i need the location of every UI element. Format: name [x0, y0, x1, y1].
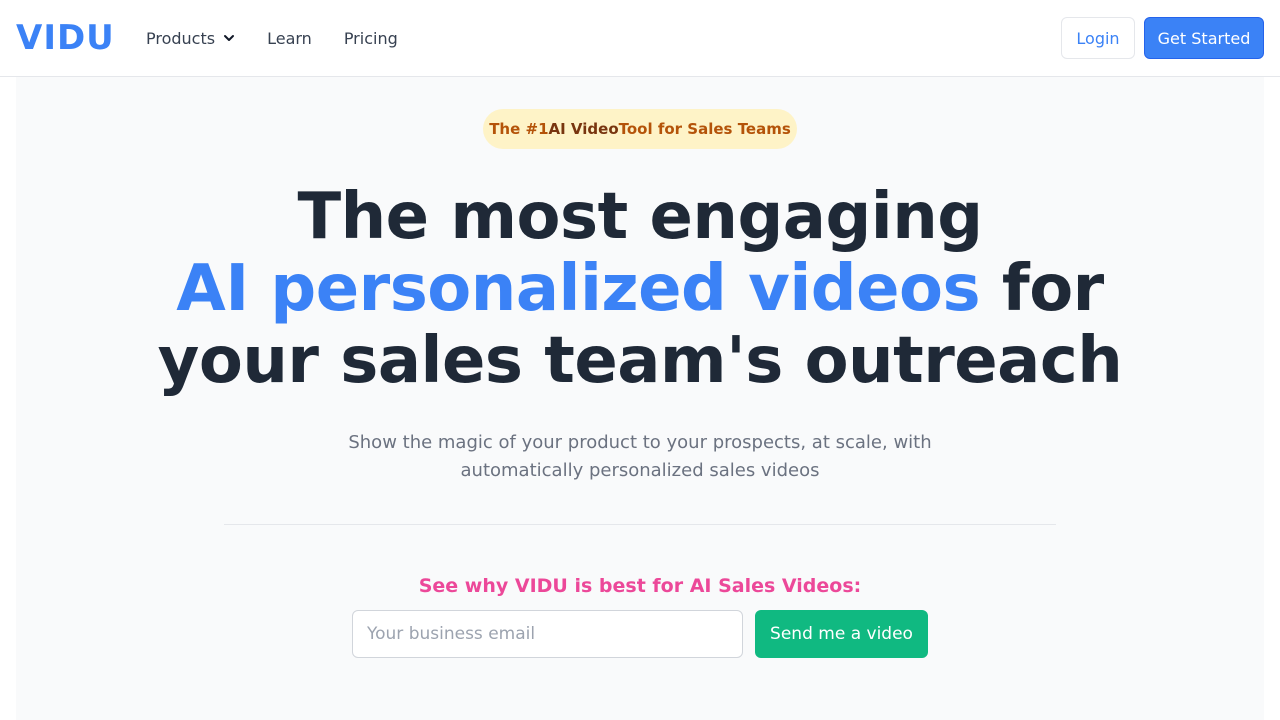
cta-heading: See why VIDU is best for AI Sales Videos… — [418, 575, 862, 597]
get-started-button[interactable]: Get Started — [1144, 17, 1264, 59]
headline-line-2-rest: for — [980, 252, 1104, 326]
login-button[interactable]: Login — [1061, 17, 1135, 59]
main-nav: Products Learn Pricing — [146, 0, 430, 76]
hero-section: The #1 AI Video Tool for Sales Teams The… — [16, 77, 1264, 720]
nav-products-label: Products — [146, 28, 216, 48]
badge-text-part3: Tool for Sales Teams — [618, 120, 791, 138]
nav-products[interactable]: Products — [146, 29, 235, 48]
badge-text-part1: The #1 — [489, 120, 549, 138]
chevron-down-icon — [224, 35, 235, 41]
vidu-logo[interactable]: VIDU — [16, 16, 115, 60]
headline-accent: AI personalized videos — [176, 252, 981, 326]
send-video-button[interactable]: Send me a video — [755, 610, 928, 658]
hero-subtext: Show the magic of your product to your p… — [348, 432, 932, 481]
hero-headline: The most engaging AI personalized videos… — [16, 181, 1264, 397]
section-divider — [224, 524, 1056, 525]
badge-text-part2: AI Video — [548, 120, 619, 138]
headline-line-3: your sales team's outreach — [157, 324, 1123, 398]
headline-line-2: AI personalized videos for — [16, 253, 1264, 325]
business-email-input[interactable] — [352, 610, 743, 658]
site-header: VIDU Products Learn Pricing Login Get St… — [0, 0, 1280, 77]
headline-line-1: The most engaging — [297, 180, 983, 254]
nav-learn[interactable]: Learn — [267, 29, 312, 48]
nav-pricing[interactable]: Pricing — [344, 29, 398, 48]
top-badge: The #1 AI Video Tool for Sales Teams — [483, 109, 797, 149]
